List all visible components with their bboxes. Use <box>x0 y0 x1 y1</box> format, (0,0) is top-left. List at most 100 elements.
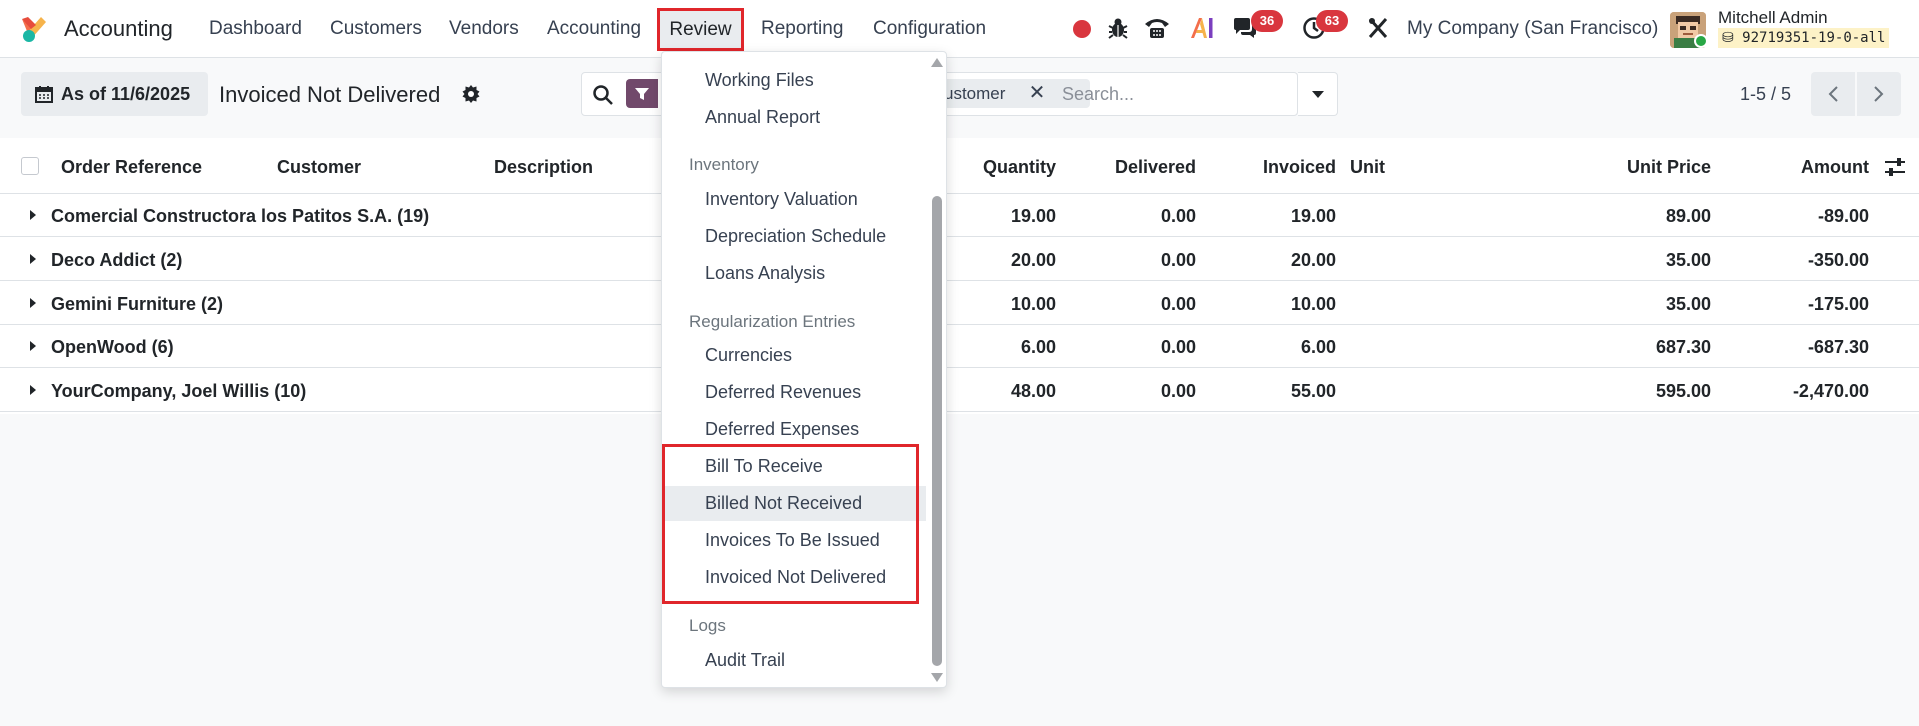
menu-section-regularization-entries: Regularization Entries <box>689 312 856 331</box>
menu-section-inventory: Inventory <box>689 155 759 174</box>
search-options-toggle[interactable] <box>1298 72 1338 116</box>
database-icon: ⛁ <box>1722 30 1734 46</box>
search-icon[interactable] <box>592 84 614 106</box>
nav-configuration[interactable]: Configuration <box>873 18 986 40</box>
group-unit-price: 35.00 <box>1665 294 1711 314</box>
pager-next-button[interactable] <box>1857 72 1901 116</box>
caret-right-icon[interactable] <box>30 298 36 308</box>
optional-columns-settings-icon[interactable] <box>1884 157 1906 177</box>
bug-icon[interactable] <box>1107 16 1129 40</box>
column-quantity[interactable]: Quantity <box>940 157 1056 178</box>
highlight-annotation-box <box>662 444 919 604</box>
tools-icon[interactable] <box>1367 16 1389 40</box>
group-delivered: 0.00 <box>1160 294 1196 314</box>
scroll-up-arrow-icon[interactable] <box>931 58 943 67</box>
group-invoiced: 19.00 <box>1290 206 1336 226</box>
chevron-right-icon <box>1874 86 1884 102</box>
group-quantity: 48.00 <box>1010 381 1056 401</box>
company-switcher[interactable]: My Company (San Francisco) <box>1407 18 1658 40</box>
column-amount[interactable]: Amount <box>1730 157 1869 178</box>
pager-value[interactable]: 1-5 / 5 <box>1740 84 1791 105</box>
group-quantity: 6.00 <box>1020 337 1056 357</box>
group-invoiced: 55.00 <box>1290 381 1336 401</box>
menu-item-inventory-valuation[interactable]: Inventory Valuation <box>705 189 858 210</box>
group-invoiced: 20.00 <box>1290 250 1336 270</box>
ai-icon[interactable] <box>1189 16 1215 40</box>
recording-dot-icon[interactable] <box>1072 15 1092 43</box>
column-unit[interactable]: Unit <box>1350 157 1385 178</box>
odoo-accounting-logo-icon[interactable] <box>19 14 49 44</box>
phone-icon[interactable] <box>1143 16 1171 40</box>
messages-count-badge: 36 <box>1251 10 1283 32</box>
online-status-indicator <box>1694 34 1708 48</box>
column-delivered[interactable]: Delivered <box>1080 157 1196 178</box>
scroll-down-arrow-icon[interactable] <box>931 673 943 682</box>
caret-right-icon[interactable] <box>30 385 36 395</box>
group-unit-price: 595.00 <box>1655 381 1711 401</box>
group-delivered: 0.00 <box>1160 206 1196 226</box>
menu-item-deferred-revenues[interactable]: Deferred Revenues <box>705 382 861 403</box>
group-delivered: 0.00 <box>1160 381 1196 401</box>
group-quantity: 10.00 <box>1010 294 1056 314</box>
date-filter-label: As of 11/6/2025 <box>61 83 191 104</box>
menu-item-deferred-expenses[interactable]: Deferred Expenses <box>705 419 859 440</box>
nav-vendors[interactable]: Vendors <box>449 18 519 40</box>
group-amount: -175.00 <box>1807 294 1869 314</box>
menu-item-audit-trail[interactable]: Audit Trail <box>705 650 785 671</box>
nav-reporting[interactable]: Reporting <box>761 18 843 40</box>
column-invoiced[interactable]: Invoiced <box>1220 157 1336 178</box>
group-name[interactable]: Deco Addict (2) <box>51 250 182 271</box>
column-customer[interactable]: Customer <box>277 157 361 178</box>
column-order-reference[interactable]: Order Reference <box>61 157 202 178</box>
group-amount: -687.30 <box>1807 337 1869 357</box>
remove-facet-close-icon[interactable]: ✕ <box>1026 82 1048 104</box>
group-invoiced: 10.00 <box>1290 294 1336 314</box>
facet-label: ustomer <box>944 84 1006 103</box>
group-delivered: 0.00 <box>1160 250 1196 270</box>
caret-right-icon[interactable] <box>30 341 36 351</box>
filter-facet-icon <box>626 79 658 108</box>
activities-count-badge: 63 <box>1316 10 1348 32</box>
gear-icon[interactable] <box>461 84 481 104</box>
group-name[interactable]: YourCompany, Joel Willis (10) <box>51 381 306 402</box>
caret-right-icon[interactable] <box>30 210 36 220</box>
menu-scrollbar-thumb[interactable] <box>932 196 942 666</box>
group-amount: -89.00 <box>1817 206 1869 226</box>
user-name[interactable]: Mitchell Admin <box>1718 8 1828 28</box>
database-name: 92719351-19-0-all <box>1742 30 1886 46</box>
select-all-checkbox[interactable] <box>21 157 39 175</box>
menu-item-loans-analysis[interactable]: Loans Analysis <box>705 263 825 284</box>
date-filter-button[interactable]: As of 11/6/2025 <box>21 72 208 116</box>
group-invoiced: 6.00 <box>1300 337 1336 357</box>
menu-item-currencies[interactable]: Currencies <box>705 345 792 366</box>
search-input[interactable] <box>1062 80 1292 108</box>
column-description[interactable]: Description <box>494 157 593 178</box>
chevron-left-icon <box>1828 86 1838 102</box>
nav-accounting[interactable]: Accounting <box>547 18 641 40</box>
group-name[interactable]: OpenWood (6) <box>51 337 174 358</box>
menu-item-working-files[interactable]: Working Files <box>705 70 814 91</box>
group-unit-price: 35.00 <box>1665 250 1711 270</box>
group-delivered: 0.00 <box>1160 337 1196 357</box>
menu-item-depreciation-schedule[interactable]: Depreciation Schedule <box>705 226 886 247</box>
page-title: Invoiced Not Delivered <box>219 82 441 107</box>
group-unit-price: 687.30 <box>1655 337 1711 357</box>
pager-previous-button[interactable] <box>1811 72 1855 116</box>
app-name[interactable]: Accounting <box>64 16 173 42</box>
group-name[interactable]: Gemini Furniture (2) <box>51 294 223 315</box>
nav-dashboard[interactable]: Dashboard <box>209 18 302 40</box>
menu-item-annual-report[interactable]: Annual Report <box>705 107 820 128</box>
group-quantity: 20.00 <box>1010 250 1056 270</box>
menu-section-logs: Logs <box>689 616 726 635</box>
database-badge: ⛁ 92719351-19-0-all <box>1718 28 1890 48</box>
group-amount: -2,470.00 <box>1792 381 1869 401</box>
caret-right-icon[interactable] <box>30 254 36 264</box>
nav-customers[interactable]: Customers <box>330 18 422 40</box>
column-unit-price[interactable]: Unit Price <box>1570 157 1711 178</box>
group-name[interactable]: Comercial Constructora los Patitos S.A. … <box>51 206 429 227</box>
nav-review[interactable]: Review <box>657 8 744 51</box>
group-amount: -350.00 <box>1807 250 1869 270</box>
filter-icon <box>635 87 649 100</box>
group-quantity: 19.00 <box>1010 206 1056 226</box>
group-unit-price: 89.00 <box>1665 206 1711 226</box>
